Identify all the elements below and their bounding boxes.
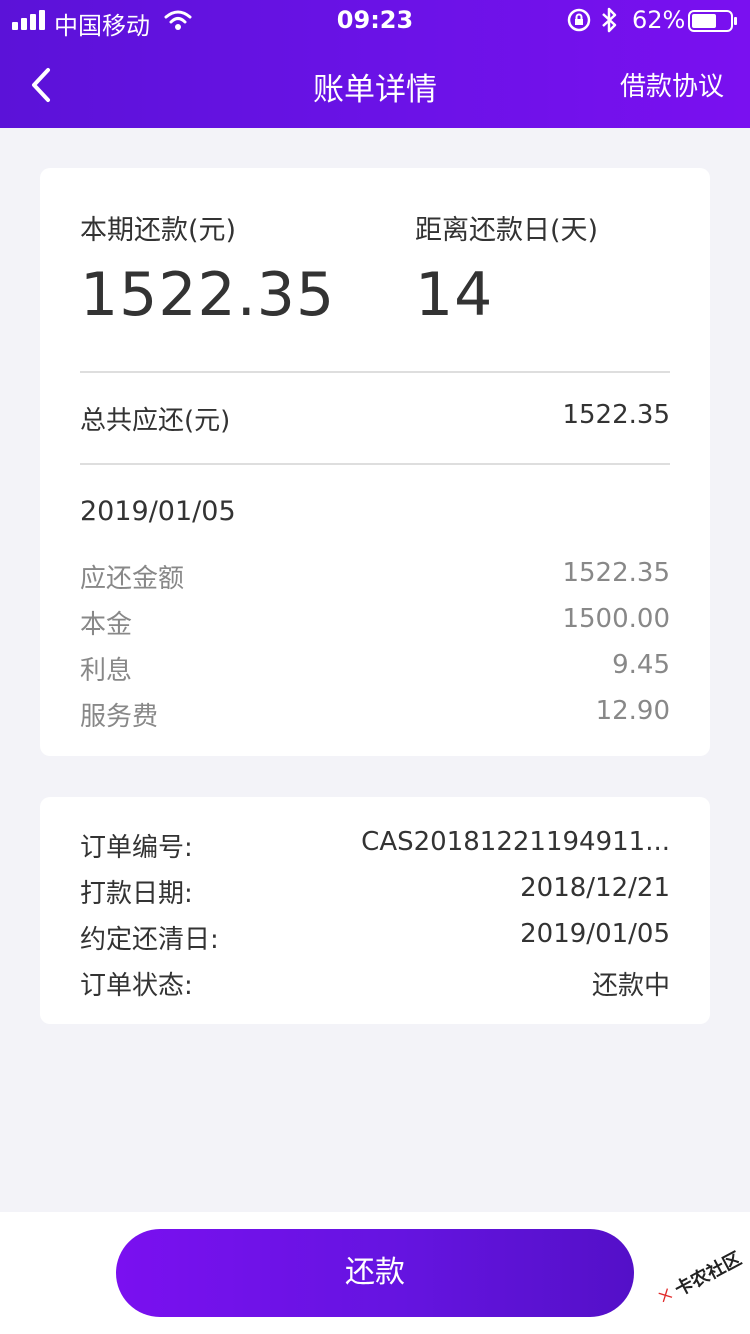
status-bar: 中国移动 09:23 62% [0, 0, 750, 40]
order-number-value: CAS20181221194911... [361, 827, 670, 857]
battery-percent: 62% [632, 6, 686, 34]
divider [80, 463, 670, 465]
repay-button[interactable]: 还款 [116, 1229, 634, 1317]
battery-icon [688, 10, 737, 32]
detail-label: 利息 [80, 656, 133, 686]
svg-text:卡农社区: 卡农社区 [671, 1247, 745, 1300]
order-label: 约定还清日: [80, 925, 219, 955]
order-label: 订单状态: [80, 971, 193, 1001]
detail-label: 本金 [80, 610, 133, 640]
order-label: 打款日期: [80, 879, 193, 909]
detail-value: 12.90 [595, 696, 670, 726]
detail-value: 9.45 [612, 650, 670, 680]
detail-value: 1500.00 [562, 604, 670, 634]
detail-label: 应还金额 [80, 564, 185, 594]
current-payment-amount: 1522.35 [80, 260, 336, 330]
detail-value: 1522.35 [562, 558, 670, 588]
order-info-card: 订单编号: CAS20181221194911... 打款日期: 2018/12… [40, 797, 710, 1024]
orientation-lock-icon [567, 8, 591, 32]
current-payment-label: 本期还款(元) [80, 215, 237, 246]
bill-summary-card: 本期还款(元) 1522.35 距离还款日(天) 14 总共应还(元) 1522… [40, 168, 710, 756]
watermark-logo: ✕ 卡农社区 [652, 1247, 745, 1310]
installment-date: 2019/01/05 [80, 496, 236, 527]
total-due-label: 总共应还(元) [80, 406, 231, 436]
divider [80, 371, 670, 373]
bluetooth-icon [602, 7, 617, 33]
header: 中国移动 09:23 62% 账单详情 借款协议 [0, 0, 750, 128]
detail-label: 服务费 [80, 702, 159, 732]
loan-agreement-link[interactable]: 借款协议 [620, 66, 724, 103]
days-to-due-label: 距离还款日(天) [415, 215, 599, 246]
order-label: 订单编号: [80, 833, 193, 863]
order-value: 2018/12/21 [520, 873, 670, 903]
order-value: 2019/01/05 [520, 919, 670, 949]
days-to-due-value: 14 [415, 260, 494, 330]
total-due-value: 1522.35 [562, 400, 670, 430]
order-status-value: 还款中 [591, 971, 670, 1001]
